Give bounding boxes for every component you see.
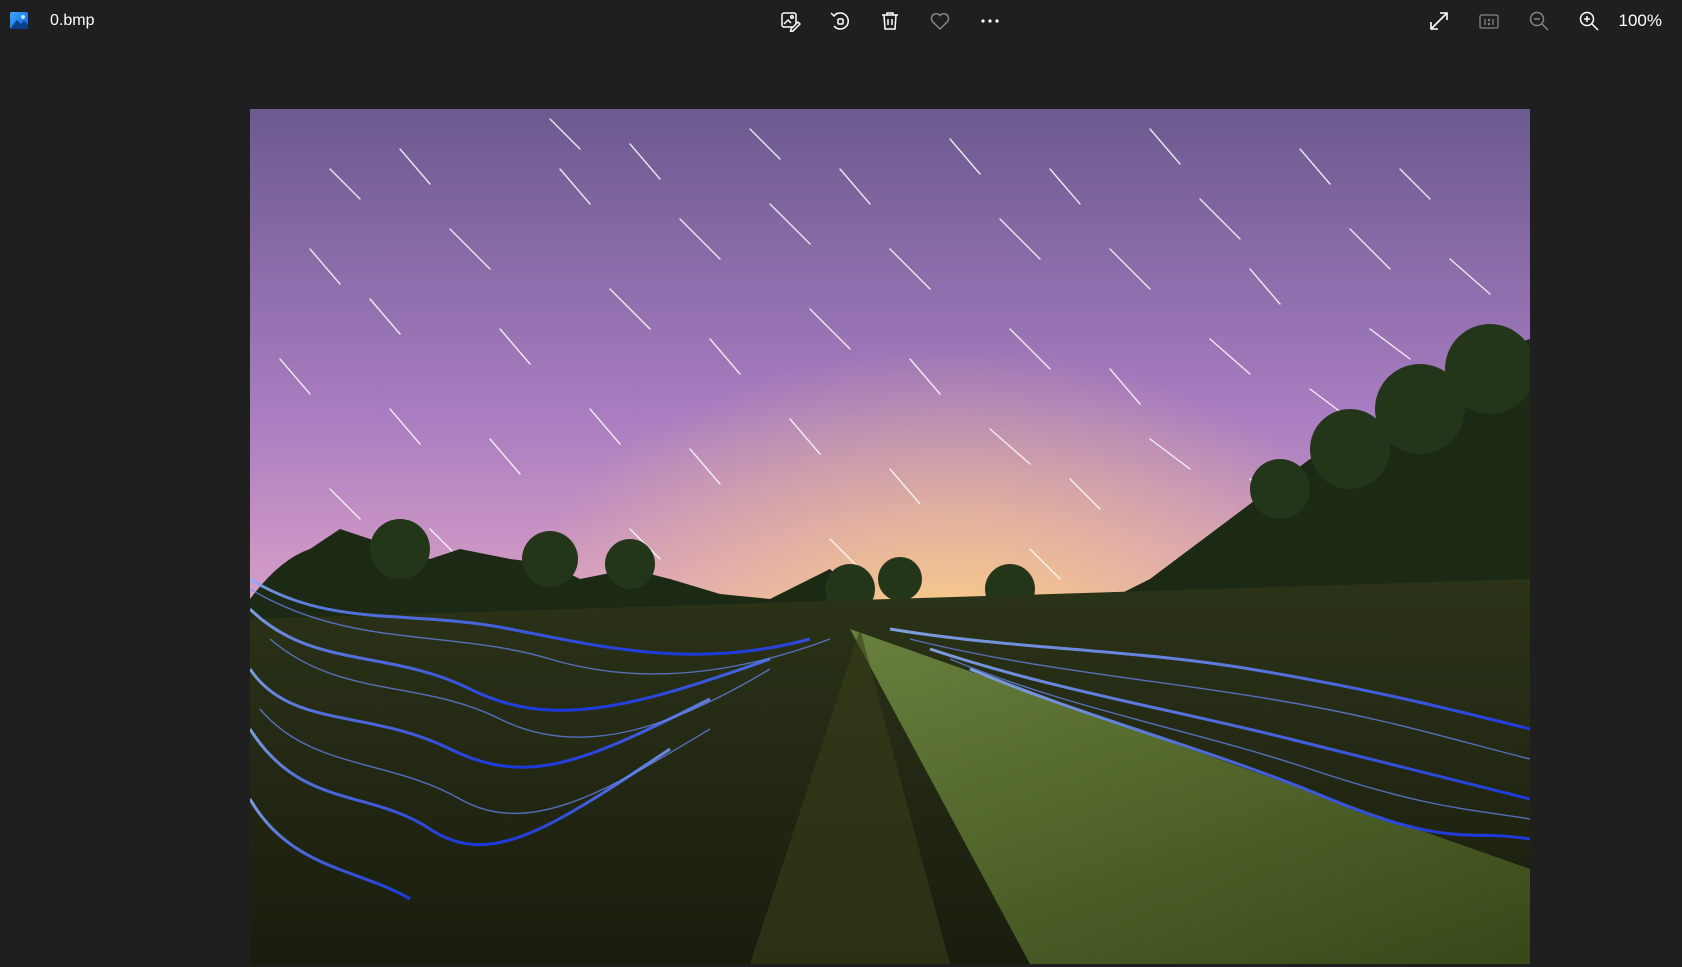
displayed-photo[interactable] [250, 109, 1530, 964]
rotate-button[interactable] [822, 6, 858, 36]
photos-app-window: 0.bmp 100% [0, 0, 1682, 967]
edit-image-icon [781, 12, 801, 32]
file-name-label: 0.bmp [50, 12, 95, 29]
actual-size-icon [1478, 14, 1499, 29]
zoom-in-button[interactable] [1571, 6, 1607, 36]
zoom-level-label: 100% [1618, 11, 1662, 30]
more-options-button[interactable] [972, 6, 1008, 36]
rotate-icon [830, 12, 849, 30]
delete-button[interactable] [872, 6, 908, 36]
more-icon [981, 19, 999, 23]
zoom-out-icon [1529, 11, 1549, 31]
image-toolbar [772, 6, 1008, 36]
heart-icon [930, 13, 950, 31]
image-canvas[interactable] [0, 42, 1682, 967]
expand-icon [1429, 12, 1448, 30]
title-bar: 0.bmp 100% [0, 0, 1682, 42]
zoom-in-icon [1579, 11, 1599, 31]
photos-app-icon [10, 12, 28, 29]
actual-size-button[interactable] [1471, 6, 1507, 36]
edit-image-button[interactable] [772, 6, 808, 36]
favorite-button[interactable] [922, 6, 958, 36]
full-screen-button[interactable] [1421, 6, 1457, 36]
zoom-out-button[interactable] [1521, 6, 1557, 36]
trash-icon [882, 12, 898, 30]
view-toolbar: 100% [1421, 6, 1682, 36]
photo-image [250, 109, 1530, 964]
